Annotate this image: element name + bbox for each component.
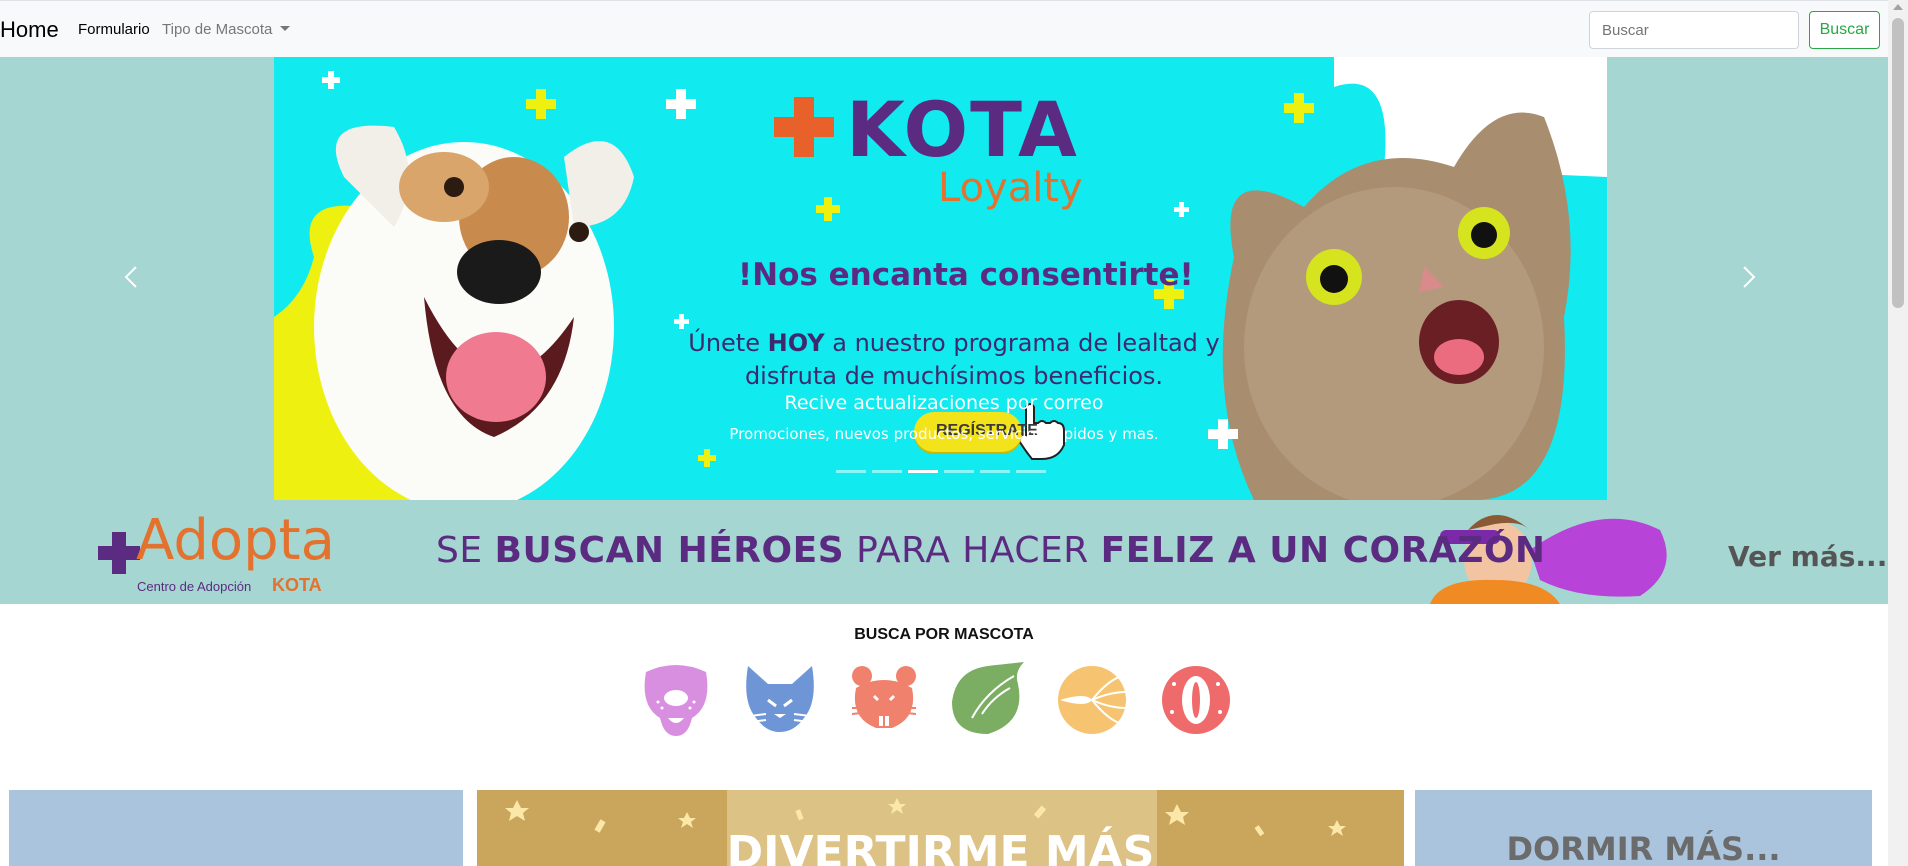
slide-body: Únete HOY a nuestro programa de lealtad … <box>684 327 1224 393</box>
chevron-right-icon[interactable] <box>1736 265 1760 289</box>
ver-mas-link[interactable]: Ver más... <box>1728 540 1887 573</box>
slogan-part4: FELIZ A UN CORAZÓN <box>1100 530 1546 571</box>
pet-category-list <box>640 662 1240 742</box>
busca-por-mascota-title: BUSCA POR MASCOTA <box>854 626 1034 643</box>
nav-link-formulario[interactable]: Formulario <box>78 21 150 38</box>
promo-tile-dormir[interactable]: DORMIR MÁS... <box>1415 790 1872 866</box>
carousel-indicator[interactable] <box>980 470 1010 473</box>
carousel-indicator[interactable] <box>872 470 902 473</box>
reptile-icon[interactable] <box>1160 662 1232 738</box>
hero-carousel: KOTA Loyalty !Nos encanta consentirte! Ú… <box>0 57 1888 500</box>
slide-body-pre: Únete <box>688 329 768 357</box>
loyalty-logo-text: Loyalty <box>938 165 1083 211</box>
carousel-indicator[interactable] <box>836 470 866 473</box>
adopta-subtitle-brand: KOTA <box>272 575 322 595</box>
scroll-up-arrow-icon[interactable] <box>1893 4 1903 10</box>
slide-body-bold: HOY <box>767 329 825 357</box>
promo-tile-divertirme[interactable]: DIVERTIRME MÁS <box>477 790 1404 866</box>
navbar: Home Formulario Tipo de Mascota Buscar <box>0 0 1888 57</box>
search-button[interactable]: Buscar <box>1809 11 1880 49</box>
cat-icon[interactable] <box>744 662 816 738</box>
divertirme-title: DIVERTIRME MÁS <box>726 827 1155 866</box>
rodent-icon[interactable] <box>848 662 920 738</box>
carousel-indicator[interactable] <box>1016 470 1046 473</box>
search-input[interactable] <box>1589 11 1799 49</box>
adopta-title: Adopta <box>136 508 335 573</box>
adopta-slogan: SE BUSCAN HÉROES PARA HACER FELIZ A UN C… <box>436 530 1546 571</box>
chevron-left-icon[interactable] <box>120 265 144 289</box>
fish-icon[interactable] <box>1056 662 1128 738</box>
nav-dropdown-label: Tipo de Mascota <box>162 21 273 38</box>
nav-dropdown-tipo-mascota[interactable]: Tipo de Mascota <box>162 21 291 38</box>
carousel-caption-title: Recive actualizaciones por correo <box>784 392 1104 414</box>
dog-icon[interactable] <box>640 662 712 738</box>
slogan-part3: PARA HACER <box>844 530 1101 571</box>
slogan-part2: BUSCAN HÉROES <box>494 530 845 571</box>
dormir-title: DORMIR MÁS... <box>1506 830 1781 866</box>
slogan-part1: SE <box>436 530 495 571</box>
caret-down-icon <box>280 26 291 31</box>
adopta-banner[interactable]: Adopta Centro de Adopción KOTA SE BUSCAN… <box>0 500 1888 604</box>
carousel-indicator[interactable] <box>908 470 938 473</box>
carousel-indicator[interactable] <box>944 470 974 473</box>
page-scrollbar[interactable] <box>1888 0 1908 866</box>
dog-image <box>314 125 634 500</box>
bird-icon[interactable] <box>952 662 1024 738</box>
promo-tile-left[interactable] <box>9 790 463 866</box>
brand-home-link[interactable]: Home <box>0 17 59 43</box>
adopta-subtitle: Centro de Adopción <box>137 579 252 594</box>
scroll-thumb[interactable] <box>1892 18 1904 308</box>
carousel-caption-text: Promociones, nuevos productos, servicios… <box>729 425 1159 443</box>
kota-logo-text: KOTA <box>846 85 1079 174</box>
slide-heading: !Nos encanta consentirte! <box>738 257 1194 293</box>
